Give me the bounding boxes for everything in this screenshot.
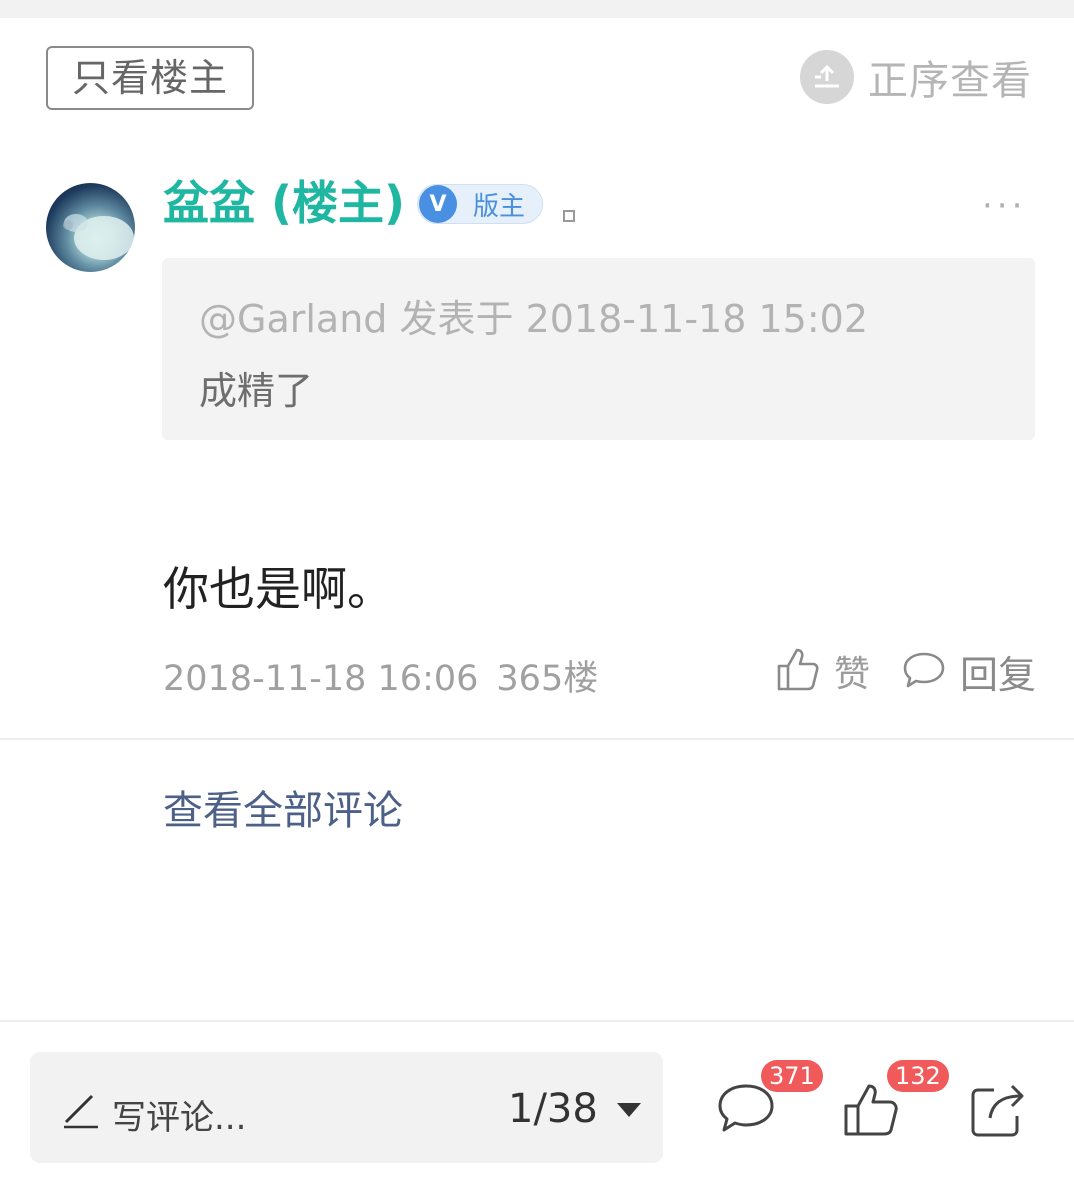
sort-up-icon: [800, 50, 854, 104]
avatar[interactable]: [46, 183, 135, 272]
divider: [0, 738, 1074, 740]
author-name[interactable]: 盆盆 (楼主): [163, 170, 405, 236]
more-icon[interactable]: ···: [982, 189, 1026, 223]
post-timestamp: 2018-11-18 16:06: [163, 659, 479, 699]
like-post-button[interactable]: [842, 1080, 900, 1142]
post-meta: 2018-11-18 16:06 365楼: [163, 650, 598, 701]
quoted-post: @Garland 发表于 2018-11-18 15:02 成精了: [162, 258, 1035, 440]
verified-icon: V: [419, 185, 457, 223]
sort-order-button[interactable]: 正序查看: [800, 48, 1032, 106]
comment-count-badge: 371: [761, 1060, 823, 1092]
badge-label: 版主: [473, 191, 526, 222]
reply-label: 回复: [960, 652, 1037, 697]
thumbs-up-icon: [842, 1084, 900, 1142]
view-all-comments-link[interactable]: 查看全部评论: [163, 778, 403, 836]
like-button[interactable]: 赞: [776, 646, 870, 696]
comment-input[interactable]: 写评论... 1/38: [30, 1052, 663, 1163]
comment-icon: [902, 648, 946, 694]
pen-icon: [60, 1090, 100, 1134]
comments-button[interactable]: [716, 1080, 776, 1142]
quote-meta: @Garland 发表于 2018-11-18 15:02: [199, 297, 868, 341]
moderator-badge: V 版主: [417, 184, 543, 224]
share-icon: [968, 1084, 1028, 1142]
quote-text: 成精了: [199, 369, 314, 413]
like-label: 赞: [834, 654, 871, 695]
reply-button[interactable]: 回复: [902, 646, 1037, 697]
thumbs-up-icon: [776, 646, 820, 696]
floor-number: 365楼: [496, 659, 599, 699]
sort-order-label: 正序查看: [868, 58, 1032, 104]
caret-down-icon[interactable]: [616, 1102, 642, 1122]
only-op-button[interactable]: 只看楼主: [46, 46, 254, 110]
comment-icon: [716, 1084, 776, 1142]
share-button[interactable]: [968, 1080, 1028, 1142]
post-content: 你也是啊。: [163, 562, 393, 616]
title-suffix-mark: [563, 210, 575, 222]
bottom-divider: [0, 1020, 1074, 1022]
top-strip: [0, 0, 1074, 18]
comment-placeholder: 写评论...: [112, 1098, 247, 1138]
like-count-badge: 132: [887, 1060, 949, 1092]
page-indicator[interactable]: 1/38: [508, 1086, 598, 1132]
